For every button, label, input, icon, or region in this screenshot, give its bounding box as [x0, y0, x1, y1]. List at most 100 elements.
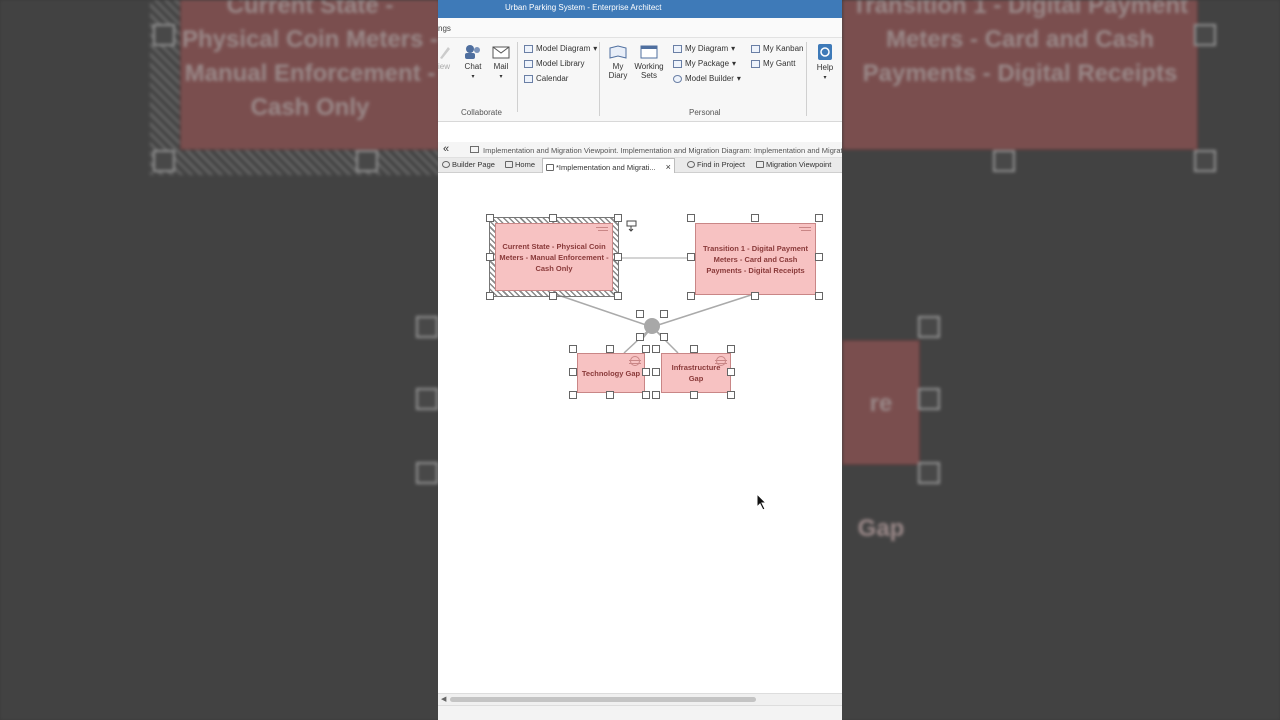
divider [517, 42, 518, 112]
diagram-icon [673, 44, 682, 53]
breadcrumb: « Implementation and Migration Viewpoint… [438, 142, 842, 158]
chat-button[interactable]: Chat ▾ [462, 44, 484, 82]
my-diagram-button[interactable]: My Diagram ▾ [673, 44, 735, 53]
tab-active-label: *Implementation and Migrati... [556, 162, 656, 172]
chevron-down-icon: ▾ [823, 75, 827, 81]
resize-handle[interactable] [636, 310, 644, 318]
my-diary-button[interactable]: My Diary [606, 44, 630, 80]
tab-implementation-migration[interactable]: *Implementation and Migrati... × [542, 158, 675, 173]
app-window: Urban Parking System - Enterprise Archit… [438, 0, 842, 720]
resize-handle[interactable] [727, 391, 735, 399]
mail-button[interactable]: Mail ▾ [490, 44, 512, 82]
bg-handle [993, 150, 1015, 172]
help-label: Help [816, 63, 834, 72]
document-tabs: Builder Page Home *Implementation and Mi… [438, 158, 842, 173]
resize-handle[interactable] [652, 391, 660, 399]
resize-handle[interactable] [549, 292, 557, 300]
resize-handle[interactable] [687, 253, 695, 261]
resize-handle[interactable] [614, 292, 622, 300]
ribbon-tab-strip: ngs [438, 18, 842, 38]
view-label: iew [438, 62, 451, 71]
resize-handle[interactable] [614, 253, 622, 261]
chevron-down-icon: ▾ [471, 74, 475, 80]
resize-handle[interactable] [486, 292, 494, 300]
calendar-button[interactable]: Calendar [524, 74, 568, 83]
tab-home[interactable]: Home [505, 160, 535, 169]
resize-handle[interactable] [660, 333, 668, 341]
resize-handle[interactable] [569, 345, 577, 353]
resize-handle[interactable] [727, 345, 735, 353]
my-diagram-label: My Diagram [685, 44, 729, 53]
model-builder-button[interactable]: Model Builder ▾ [673, 74, 741, 83]
chevron-down-icon: ▾ [732, 59, 737, 68]
bg-handle [416, 316, 438, 338]
resize-handle[interactable] [614, 214, 622, 222]
resize-handle[interactable] [687, 292, 695, 300]
horizontal-scrollbar[interactable]: ◀ [438, 693, 842, 705]
model-diagram-button[interactable]: Model Diagram ▾ [524, 44, 597, 53]
resize-handle[interactable] [606, 391, 614, 399]
resize-handle[interactable] [727, 368, 735, 376]
tab-migration-viewpoint[interactable]: Migration Viewpoint [756, 160, 831, 169]
bg-handle [1194, 150, 1216, 172]
help-button[interactable]: Help ▾ [814, 43, 836, 83]
quick-linker-icon[interactable] [626, 220, 638, 232]
resize-handle[interactable] [569, 368, 577, 376]
working-sets-button[interactable]: Working Sets [633, 44, 665, 80]
my-kanban-button[interactable]: My Kanban [751, 44, 803, 53]
collapse-chevron-icon[interactable]: « [443, 143, 449, 155]
model-library-label: Model Library [536, 59, 585, 68]
resize-handle[interactable] [642, 345, 650, 353]
resize-handle[interactable] [690, 345, 698, 353]
personal-group-label: Personal [689, 108, 721, 117]
diagram-canvas[interactable]: Current State - Physical Coin Meters - M… [438, 173, 842, 693]
resize-handle[interactable] [815, 253, 823, 261]
close-icon[interactable]: × [666, 162, 671, 172]
tab-find-in-project[interactable]: Find in Project [687, 160, 745, 169]
resize-handle[interactable] [642, 391, 650, 399]
bg-handle [918, 462, 940, 484]
chevron-down-icon: ▾ [731, 44, 736, 53]
junction-node[interactable] [644, 318, 660, 334]
resize-handle[interactable] [606, 345, 614, 353]
plateau-icon [596, 227, 608, 235]
infrastructure-gap-element[interactable]: Infrastructure Gap [661, 353, 731, 393]
resize-handle[interactable] [569, 391, 577, 399]
resize-handle[interactable] [815, 292, 823, 300]
tab-builder-page[interactable]: Builder Page [442, 160, 495, 169]
breadcrumb-text[interactable]: Implementation and Migration Viewpoint. … [483, 146, 842, 155]
resize-handle[interactable] [751, 214, 759, 222]
resize-handle[interactable] [652, 368, 660, 376]
diagram-icon [470, 146, 479, 153]
mail-icon [492, 46, 510, 59]
my-package-button[interactable]: My Package ▾ [673, 59, 736, 68]
tab-migration-label: Migration Viewpoint [766, 160, 832, 169]
bg-handle [153, 24, 175, 46]
model-library-button[interactable]: Model Library [524, 59, 584, 68]
transition-1-element[interactable]: Transition 1 - Digital Payment Meters - … [695, 223, 816, 295]
resize-handle[interactable] [486, 214, 494, 222]
my-gantt-button[interactable]: My Gantt [751, 59, 795, 68]
resize-handle[interactable] [815, 214, 823, 222]
resize-handle[interactable] [549, 214, 557, 222]
bg-handle [1194, 24, 1216, 46]
scrollbar-thumb[interactable] [450, 697, 756, 702]
pencil-icon [440, 47, 450, 59]
resize-handle[interactable] [636, 333, 644, 341]
bg-handle [416, 462, 438, 484]
ribbon-tab-partial[interactable]: ngs [438, 24, 451, 33]
current-state-element[interactable]: Current State - Physical Coin Meters - M… [495, 223, 613, 291]
my-gantt-label: My Gantt [763, 59, 796, 68]
technology-gap-element[interactable]: Technology Gap [577, 353, 645, 393]
resize-handle[interactable] [751, 292, 759, 300]
resize-handle[interactable] [642, 368, 650, 376]
resize-handle[interactable] [652, 345, 660, 353]
working-sets-label-2: Sets [640, 71, 657, 80]
resize-handle[interactable] [690, 391, 698, 399]
view-button[interactable]: iew [438, 44, 450, 71]
resize-handle[interactable] [660, 310, 668, 318]
resize-handle[interactable] [486, 253, 494, 261]
scroll-left-icon[interactable]: ◀ [441, 695, 446, 703]
resize-handle[interactable] [687, 214, 695, 222]
chat-icon [465, 45, 480, 59]
